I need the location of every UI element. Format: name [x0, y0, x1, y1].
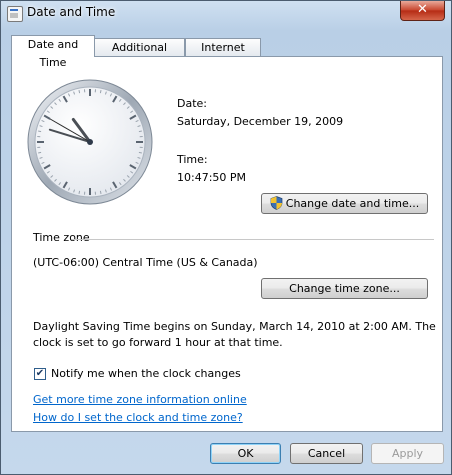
date-and-time-dialog: Date and Time ✕ Date and Time Additional… [0, 0, 452, 475]
tab-additional-clocks[interactable]: Additional Clocks [94, 38, 185, 72]
clock-minute-tick [38, 151, 42, 154]
apply-button[interactable]: Apply [371, 443, 444, 464]
tab-internet-time[interactable]: Internet Time [185, 38, 261, 72]
notify-checkbox[interactable]: ✔ [34, 368, 46, 380]
button-label: Change date and time... [285, 197, 420, 210]
close-icon: ✕ [417, 2, 428, 17]
time-label: Time: [177, 153, 208, 166]
how-to-set-clock-link[interactable]: How do I set the clock and time zone? [33, 411, 243, 424]
date-label: Date: [177, 97, 207, 110]
more-time-zone-info-link[interactable]: Get more time zone information online [33, 393, 247, 406]
clock-minute-tick [78, 190, 81, 194]
ok-button[interactable]: OK [210, 443, 281, 464]
notify-checkbox-label[interactable]: Notify me when the clock changes [51, 367, 241, 380]
clock-minute-tick [99, 190, 102, 194]
change-time-zone-button[interactable]: Change time zone... [261, 278, 428, 299]
close-button[interactable]: ✕ [400, 1, 445, 21]
section-divider [72, 239, 434, 240]
calendar-icon [7, 6, 23, 22]
checkmark-icon: ✔ [35, 368, 45, 379]
analog-clock-icon [27, 79, 153, 205]
button-label: OK [237, 447, 254, 460]
clock-minute-tick [99, 90, 102, 94]
title-bar[interactable]: Date and Time ✕ [1, 1, 451, 29]
clock-minute-tick [138, 151, 142, 154]
dst-info-line-1: Daylight Saving Time begins on Sunday, M… [33, 320, 436, 333]
clock-minute-tick [78, 90, 81, 94]
clock-minute-tick [38, 130, 42, 133]
dst-info-line-2: clock is set to go forward 1 hour at tha… [33, 336, 283, 349]
button-label: Apply [391, 447, 424, 460]
button-label: Cancel [307, 447, 346, 460]
button-label: Change time zone... [289, 282, 400, 295]
date-value: Saturday, December 19, 2009 [177, 115, 344, 128]
window-title: Date and Time [27, 5, 116, 19]
time-zone-section-label: Time zone [33, 231, 90, 244]
time-zone-value: (UTC-06:00) Central Time (US & Canada) [33, 256, 258, 269]
clock-minute-tick [138, 130, 142, 133]
change-date-and-time-button[interactable]: Change date and time... [261, 193, 428, 214]
cancel-button[interactable]: Cancel [290, 443, 363, 464]
uac-shield-icon [270, 196, 283, 210]
tab-date-and-time[interactable]: Date and Time [11, 35, 95, 69]
time-value: 10:47:50 PM [177, 171, 247, 184]
tab-panel: Date: Saturday, December 19, 2009 Time: … [11, 56, 443, 432]
